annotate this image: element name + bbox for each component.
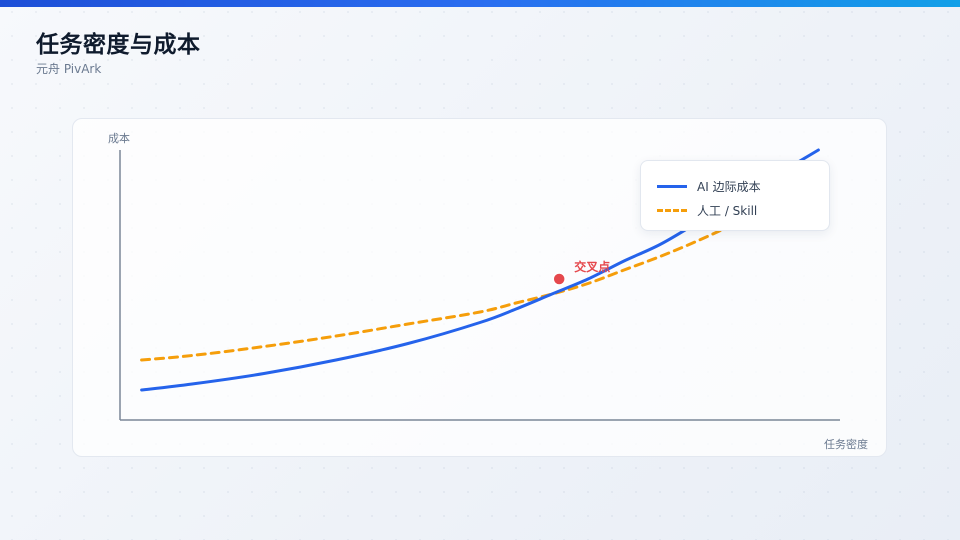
- chart-svg: 交叉点 成本 任务密度: [108, 131, 868, 451]
- legend-swatch-solid: [657, 184, 687, 188]
- chart-legend: AI 边际成本 人工 / Skill: [640, 160, 830, 231]
- legend-item-ai: AI 边际成本: [657, 178, 761, 194]
- legend-label-human: 人工 / Skill: [697, 203, 758, 218]
- crossover-point: [552, 272, 566, 286]
- crossover-label: 交叉点: [574, 259, 610, 274]
- y-axis-label: 成本: [108, 131, 130, 145]
- legend-item-human: 人工 / Skill: [657, 202, 757, 218]
- legend-swatch-dashed: [657, 208, 687, 212]
- slide-background: 任务密度与成本 元舟 PivArk 交叉点 成本 任务密度 AI 边际成本 人工…: [0, 0, 960, 540]
- x-axis-label: 任务密度: [824, 437, 868, 451]
- legend-label-ai: AI 边际成本: [697, 179, 761, 194]
